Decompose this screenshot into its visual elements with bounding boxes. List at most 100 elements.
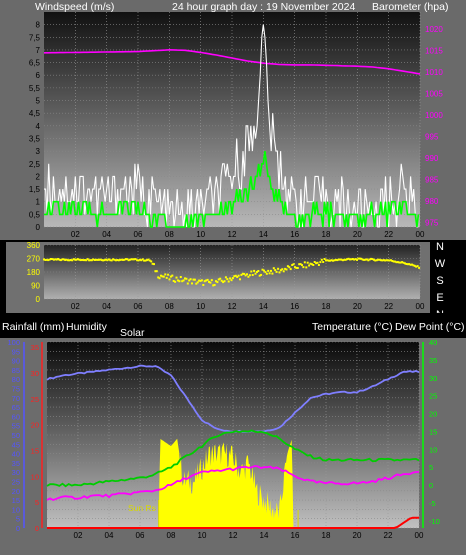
direction-point [268, 272, 271, 275]
humidity-y-tick-label: 0 [16, 524, 20, 533]
direction-x-tick-label: 20 [353, 302, 362, 311]
direction-point [224, 276, 227, 279]
wind-x-tick-label: 08 [165, 230, 174, 239]
temperature-label: Temperature (°C) [312, 321, 393, 333]
direction-point [270, 269, 272, 272]
wind-y-tick-label: 6,5 [29, 59, 41, 68]
wind-x-tick-label: 20 [353, 230, 362, 239]
direction-point [251, 274, 254, 276]
direction-y-tick-label: 90 [31, 282, 40, 291]
direction-point [182, 279, 185, 282]
sunrise-annotation: Sun Rs [128, 503, 156, 513]
temp-x-tick-label: 02 [74, 531, 83, 540]
direction-point [303, 261, 306, 264]
compass-label: S [436, 275, 443, 287]
barometer-y-tick-label: 1000 [425, 111, 443, 120]
direction-point [150, 260, 153, 263]
direction-point [185, 277, 188, 280]
direction-point [322, 261, 325, 263]
direction-point [158, 277, 161, 280]
temp-x-tick-label: 22 [384, 531, 393, 540]
wind-x-tick-label: 02 [71, 230, 80, 239]
direction-point [248, 274, 251, 277]
direction-point [416, 265, 419, 268]
barometer-y-tick-label: 1010 [425, 68, 443, 77]
humidity-y-tick-label: 10 [12, 505, 20, 514]
temp-y-tick-label: 40 [429, 338, 437, 347]
temp-x-tick-label: 10 [198, 531, 207, 540]
barometer-y-tick-label: 1005 [425, 90, 443, 99]
wind-y-tick-label: 0 [36, 223, 41, 232]
direction-point [237, 274, 240, 277]
direction-point [260, 273, 263, 276]
direction-point [320, 258, 323, 261]
direction-point [153, 263, 155, 266]
direction-point [213, 284, 216, 286]
temp-x-tick-label: 16 [291, 531, 300, 540]
direction-x-tick-label: 22 [384, 302, 393, 311]
humidity-y-tick-label: 70 [12, 394, 20, 403]
wind-axis-label: Windspeed (m/s) [35, 1, 114, 13]
wind-y-tick-label: 4 [36, 122, 41, 131]
humidity-y-tick-label: 90 [12, 357, 20, 366]
temp-y-tick-label: -10 [429, 517, 440, 526]
humidity-y-tick-label: 45 [12, 440, 20, 449]
direction-y-tick-label: 0 [36, 295, 41, 304]
temp-y-tick-label: 15 [429, 427, 437, 436]
direction-point [196, 281, 199, 284]
humidity-y-tick-label: 30 [12, 468, 20, 477]
wind-chart-title: 24 hour graph day : 19 November 2024 [172, 1, 355, 13]
rain-y-tick-label: 35 [31, 343, 39, 352]
barometer-y-tick-label: 1020 [425, 25, 443, 34]
wind-y-tick-label: 4,5 [29, 109, 41, 118]
barometer-y-tick-label: 980 [425, 197, 439, 206]
direction-point [179, 276, 182, 278]
plot-wind-area [44, 12, 420, 227]
direction-point [267, 269, 270, 272]
direction-x-tick-label: 10 [196, 302, 205, 311]
direction-point [164, 273, 167, 276]
direction-point [186, 282, 189, 285]
temp-x-tick-label: 20 [353, 531, 362, 540]
direction-x-tick-label: 00 [416, 302, 425, 311]
direction-point [316, 261, 319, 264]
direction-y-tick-label: 270 [27, 255, 41, 264]
temp-y-tick-label: 25 [429, 392, 437, 401]
direction-point [231, 277, 234, 280]
barometer-y-tick-label: 995 [425, 133, 439, 142]
humidity-y-tick-label: 75 [12, 385, 20, 394]
humidity-y-tick-label: 100 [7, 338, 20, 347]
humidity-y-tick-label: 55 [12, 422, 20, 431]
direction-point [250, 270, 253, 273]
barometer-axis-label: Barometer (hpa) [372, 1, 448, 13]
direction-y-tick-label: 180 [27, 268, 41, 277]
direction-x-tick-label: 12 [228, 302, 237, 311]
wind-x-tick-label: 04 [102, 230, 111, 239]
barometer-y-tick-label: 990 [425, 154, 439, 163]
wind-y-tick-label: 8 [36, 21, 41, 30]
compass-label: E [436, 292, 443, 304]
direction-point [312, 264, 315, 266]
direction-point [168, 278, 171, 281]
direction-point [191, 282, 193, 285]
direction-point [418, 266, 421, 269]
direction-point [274, 269, 277, 272]
direction-point [165, 276, 168, 279]
direction-point [308, 264, 311, 267]
temp-y-tick-label: 30 [429, 374, 437, 383]
rain-y-tick-label: 25 [31, 395, 39, 404]
direction-point [223, 280, 226, 283]
direction-point [257, 270, 260, 272]
wind-y-tick-label: 1 [36, 198, 41, 207]
direction-point [162, 275, 165, 278]
wind-x-tick-label: 06 [134, 230, 143, 239]
direction-point [174, 280, 177, 283]
direction-point [272, 267, 275, 270]
humidity-y-tick-label: 5 [16, 515, 20, 524]
wind-y-tick-label: 7,5 [29, 33, 41, 42]
wind-x-tick-label: 10 [196, 230, 205, 239]
temp-y-tick-label: 0 [429, 481, 433, 490]
direction-point [230, 279, 233, 282]
direction-point [253, 269, 256, 272]
compass-label: N [436, 241, 444, 253]
